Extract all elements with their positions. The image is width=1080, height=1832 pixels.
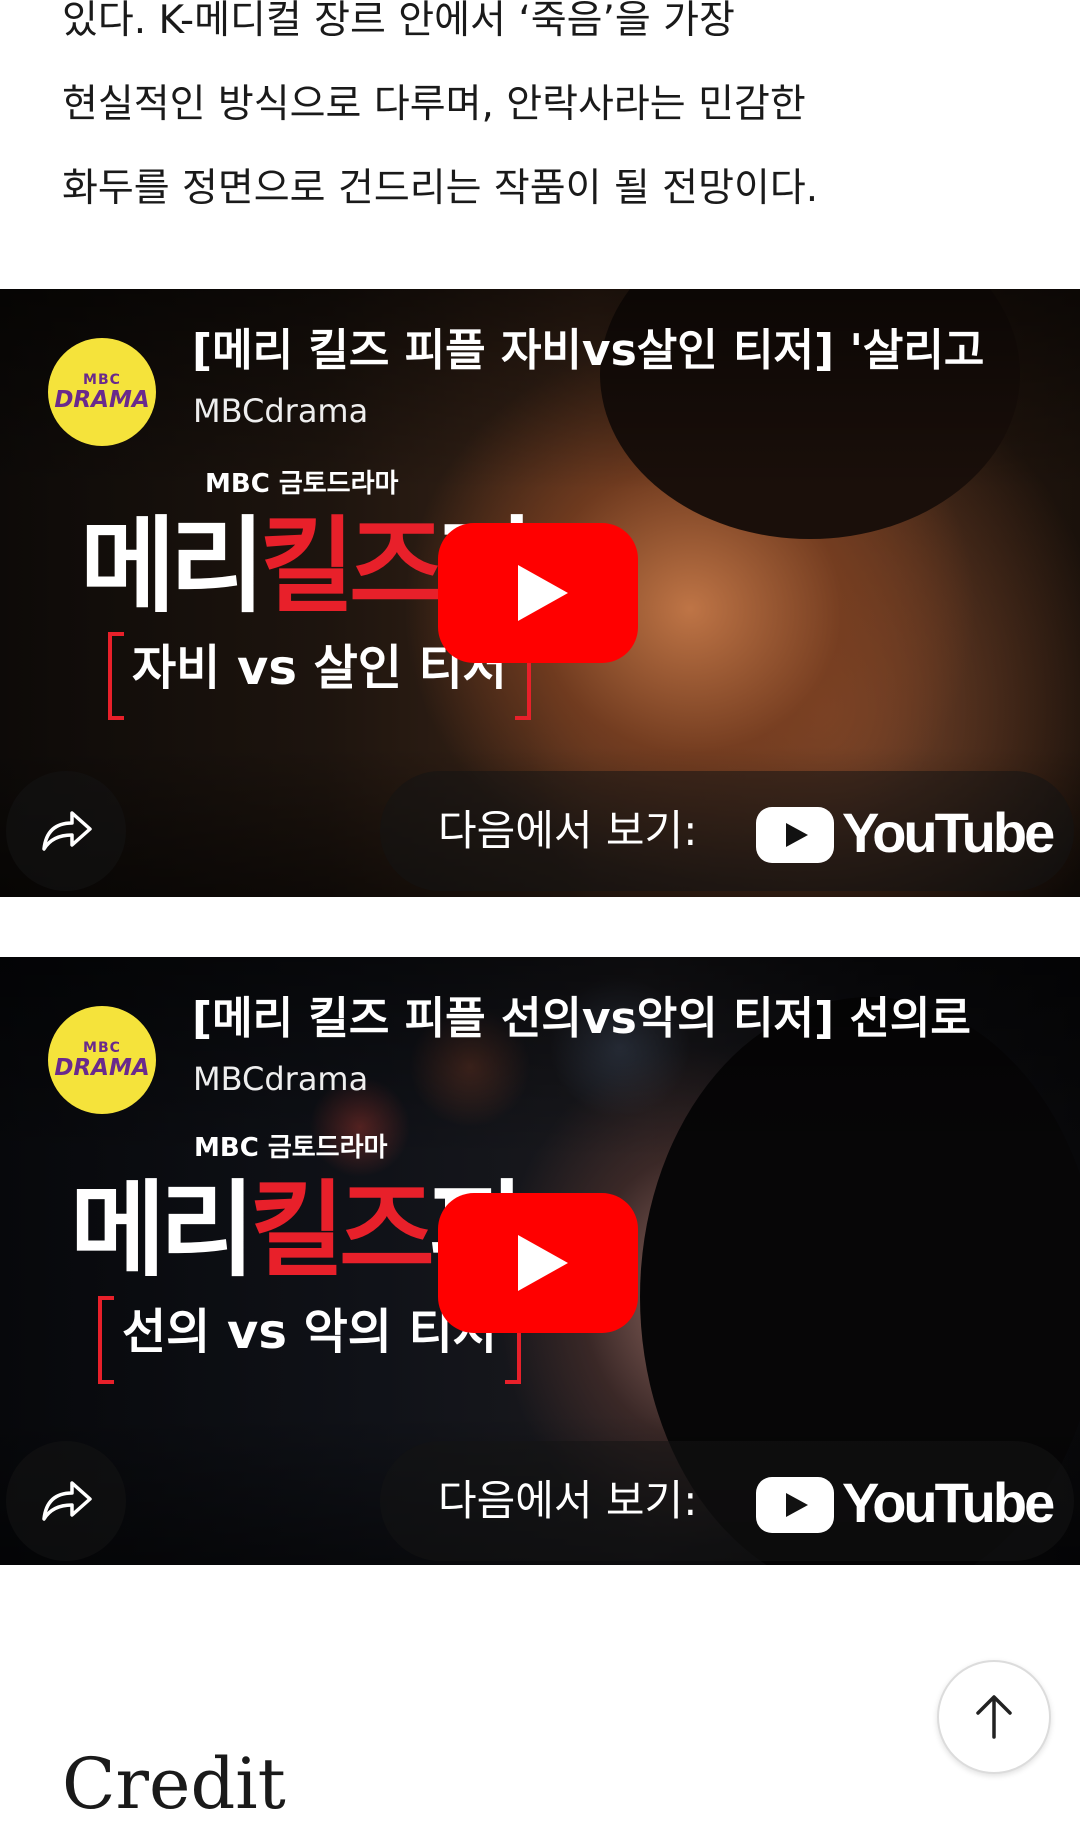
top-gradient (0, 289, 1080, 489)
logo-part-red: 킬즈 (249, 1169, 434, 1291)
channel-avatar[interactable]: MBC DRAMA (48, 1006, 156, 1114)
article-paragraph-line: 현실적인 방식으로 다루며, 안락사라는 민감한 (62, 82, 806, 127)
youtube-logo-icon (756, 1477, 834, 1533)
video-title[interactable]: [메리 킬즈 피플 선의vs악의 티저] 선의로 (192, 991, 1044, 1047)
watch-on-label: 다음에서 보기: (438, 806, 698, 855)
article-paragraph-line: 화두를 정면으로 건드리는 작품이 될 전망이다. (62, 166, 819, 211)
youtube-logo-icon (756, 807, 834, 863)
thumbnail-brand: MBC 금토드라마 (194, 1133, 388, 1163)
share-button[interactable] (6, 771, 126, 891)
play-icon (518, 565, 568, 621)
avatar-logo-top: MBC (83, 372, 121, 388)
watch-on-youtube-button[interactable]: 다음에서 보기: YouTube (380, 1441, 1074, 1561)
video-channel-name[interactable]: MBCdrama (193, 391, 368, 431)
watch-on-label: 다음에서 보기: (438, 1476, 698, 1525)
logo-part-white: 메리 (80, 505, 265, 627)
share-arrow-icon (42, 811, 92, 851)
credit-heading: Credit (62, 1743, 286, 1825)
thumbnail-brand: MBC 금토드라마 (205, 469, 399, 499)
play-button[interactable] (438, 523, 638, 663)
share-arrow-icon (42, 1481, 92, 1521)
arrow-up-icon (976, 1695, 1012, 1739)
article-paragraph-line: 있다. K-메디컬 장르 안에서 ‘죽음’을 가장 (62, 0, 735, 43)
back-to-top-button[interactable] (937, 1660, 1051, 1774)
youtube-embed-1[interactable]: MBC DRAMA [메리 킬즈 피플 자비vs살인 티저] '살리고 MBCd… (0, 289, 1080, 897)
video-channel-name[interactable]: MBCdrama (193, 1059, 368, 1099)
youtube-embed-2[interactable]: MBC DRAMA [메리 킬즈 피플 선의vs악의 티저] 선의로 MBCdr… (0, 957, 1080, 1565)
video-title[interactable]: [메리 킬즈 피플 자비vs살인 티저] '살리고 (192, 323, 1044, 379)
avatar-logo-bottom: DRAMA (54, 1055, 150, 1081)
youtube-wordmark: YouTube (842, 1471, 1055, 1534)
play-icon (518, 1235, 568, 1291)
logo-part-red: 킬즈 (259, 505, 444, 627)
avatar-logo-top: MBC (83, 1040, 121, 1056)
play-button[interactable] (438, 1193, 638, 1333)
watch-on-youtube-button[interactable]: 다음에서 보기: YouTube (380, 771, 1074, 891)
channel-avatar[interactable]: MBC DRAMA (48, 338, 156, 446)
top-gradient (0, 957, 1080, 1157)
share-button[interactable] (6, 1441, 126, 1561)
youtube-wordmark: YouTube (842, 801, 1055, 864)
logo-part-white: 메리 (70, 1169, 255, 1291)
avatar-logo-bottom: DRAMA (54, 387, 150, 413)
